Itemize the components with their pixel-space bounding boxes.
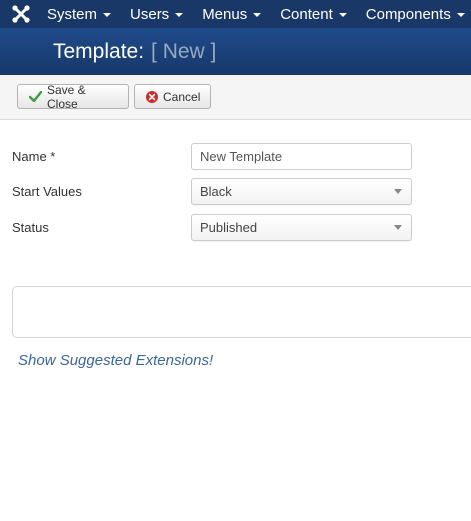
save-close-button[interactable]: Save & Close: [17, 82, 129, 111]
dropdown-arrow-icon: [394, 224, 402, 230]
save-close-label: Save & Close: [47, 82, 86, 111]
start-values-select[interactable]: Black: [191, 177, 412, 205]
caret-down-icon: [175, 13, 184, 17]
show-suggested-extensions-link[interactable]: Show Suggested Extensions!: [18, 352, 213, 369]
nav-item-label: Components: [365, 5, 451, 23]
page-header: Template: [ New ]: [0, 28, 471, 75]
nav-item-label: System: [47, 5, 98, 23]
name-label: Name *: [12, 148, 56, 164]
start-values-selected: Black: [200, 183, 232, 199]
extensions-panel: [12, 286, 471, 338]
status-row: Status Published: [12, 213, 471, 241]
dropdown-arrow-icon: [394, 188, 402, 194]
joomla-logo-icon[interactable]: [11, 0, 31, 28]
cancel-label: Cancel: [163, 89, 201, 104]
caret-down-icon: [103, 13, 112, 17]
start-values-label: Start Values: [12, 183, 82, 199]
cancel-button[interactable]: Cancel: [134, 84, 211, 109]
nav-menus-menu[interactable]: Menus: [202, 5, 262, 23]
start-values-row: Start Values Black: [12, 177, 471, 205]
caret-down-icon: [456, 13, 465, 17]
nav-item-label: Users: [130, 5, 170, 23]
checkmark-icon: [29, 91, 42, 102]
caret-down-icon: [338, 13, 347, 17]
cancel-circle-icon: [146, 90, 158, 103]
nav-content-menu[interactable]: Content: [280, 6, 347, 23]
toolbar: Save & Close Cancel: [0, 75, 471, 120]
name-row: Name * New Template: [12, 142, 471, 170]
status-selected: Published: [200, 219, 258, 235]
name-input[interactable]: New Template: [191, 142, 412, 170]
nav-components-menu[interactable]: Components: [366, 6, 465, 23]
nav-item-label: Menus: [202, 5, 248, 23]
nav-users-menu[interactable]: Users: [130, 5, 184, 23]
caret-down-icon: [253, 13, 262, 17]
status-label: Status: [12, 219, 49, 235]
page-title: Template:: [53, 39, 145, 63]
nav-item-label: Content: [280, 5, 333, 23]
nav-system-menu[interactable]: System: [47, 5, 112, 23]
status-select[interactable]: Published: [191, 213, 412, 241]
top-navbar: System Users Menus Content Components: [0, 0, 471, 28]
page-subtitle: [ New ]: [151, 39, 217, 63]
